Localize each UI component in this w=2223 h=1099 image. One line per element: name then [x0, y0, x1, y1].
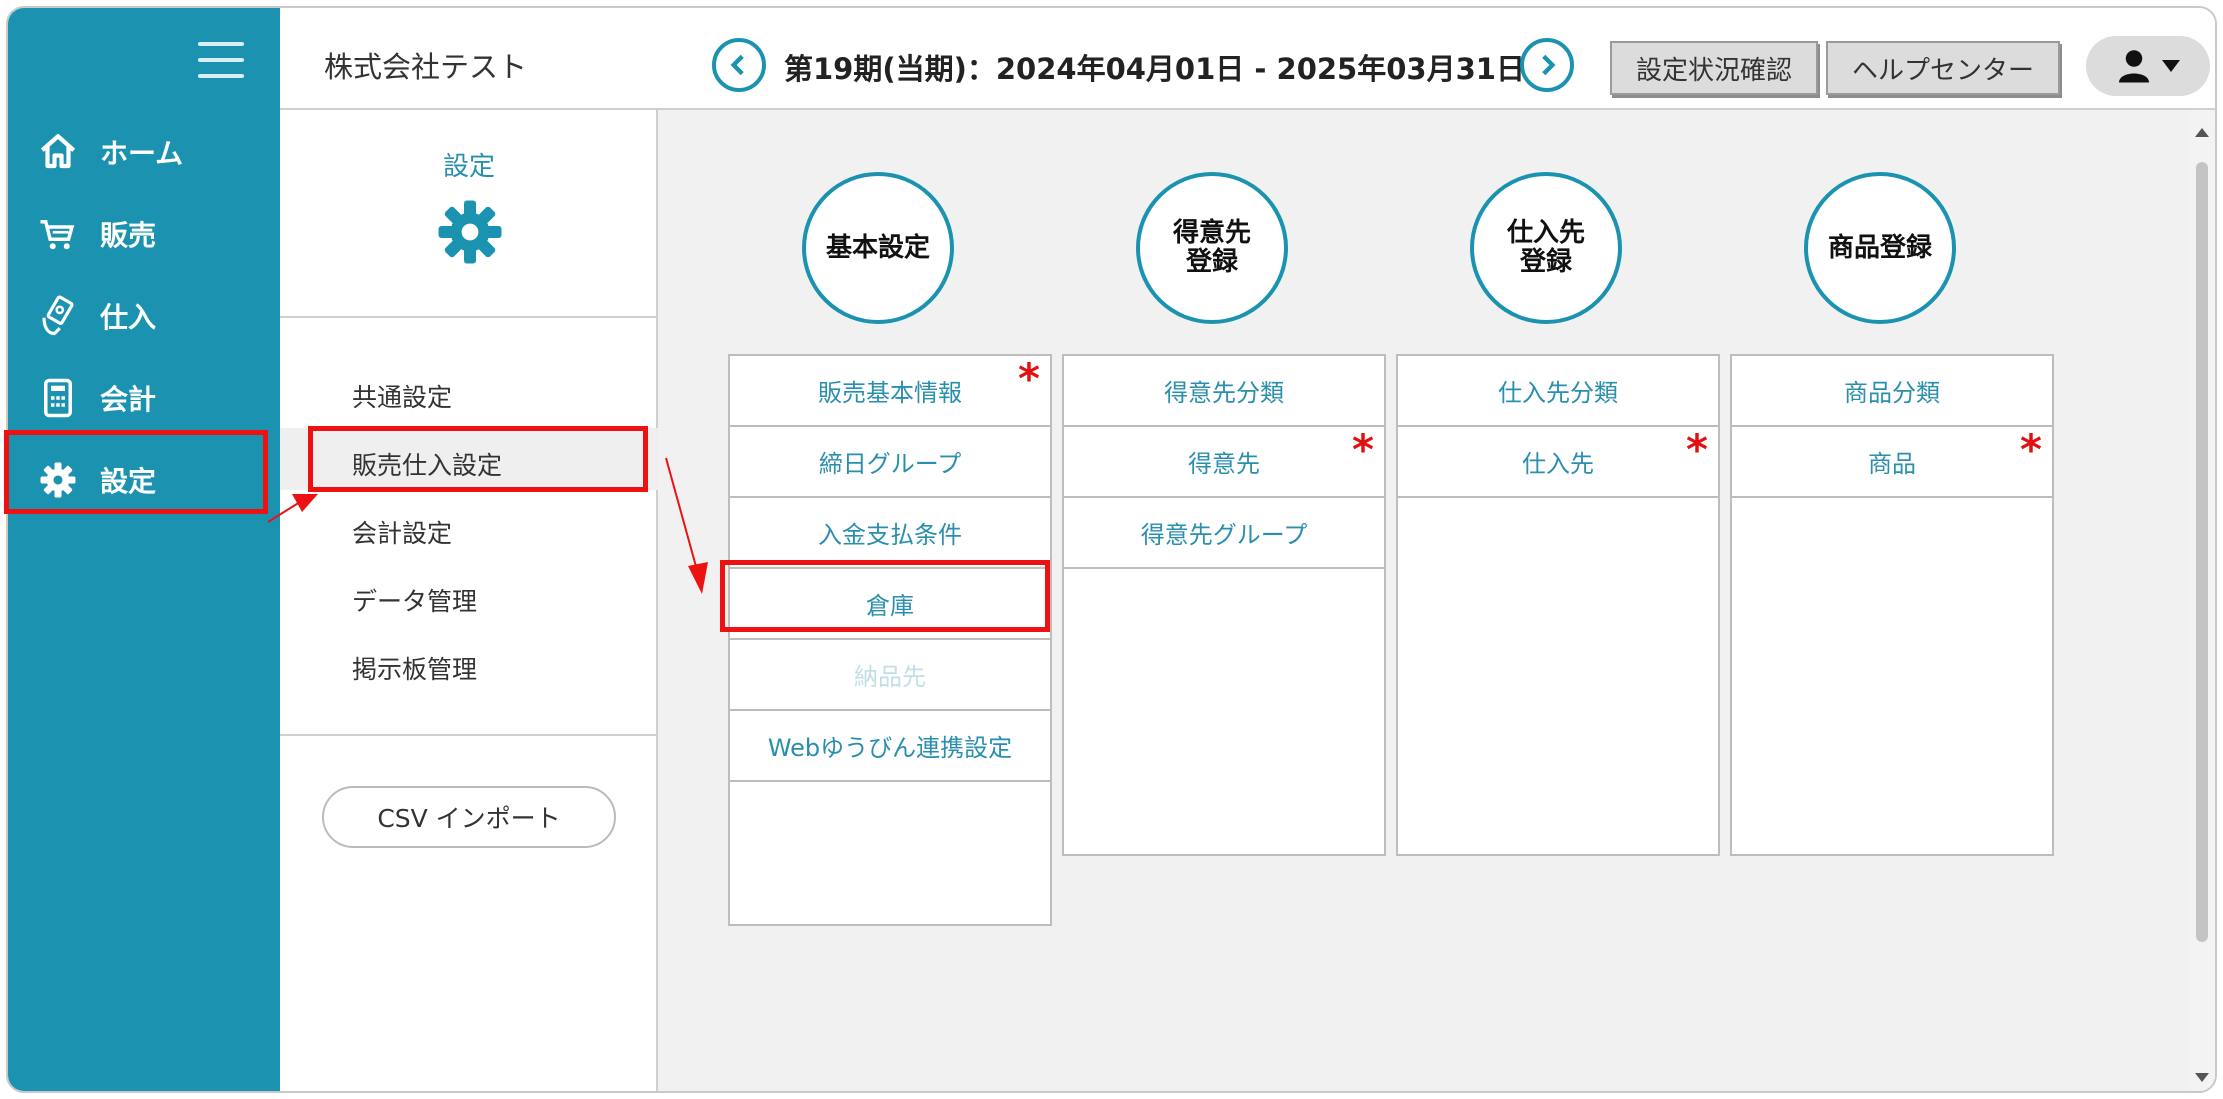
nav-item-home[interactable]: ホーム: [8, 116, 280, 188]
main-nav: ホーム 販売 仕入 会計 設定: [8, 8, 280, 1091]
section-title-basic: 基本設定: [802, 172, 954, 324]
calculator-icon: [34, 374, 82, 422]
nav-item-accounting[interactable]: 会計: [8, 362, 280, 434]
section-supplier-list: 仕入先分類 仕入先: [1396, 354, 1720, 856]
vertical-scrollbar[interactable]: [2189, 110, 2215, 1091]
nav-item-label: 会計: [100, 383, 157, 416]
settings-submenu: 設定 共通設定 販売仕入設定 会計設定 データ管理 掲示板管理 CSV インポー…: [280, 110, 658, 1091]
list-item-closing-group[interactable]: 締日グループ: [730, 427, 1050, 498]
submenu-title: 設定: [442, 152, 495, 182]
chevron-right-icon: [1542, 54, 1556, 76]
nav-item-purchase[interactable]: 仕入: [8, 280, 280, 352]
list-item-customer-group[interactable]: 得意先グループ: [1064, 498, 1384, 569]
nav-item-label: 仕入: [100, 301, 157, 334]
scroll-up-icon[interactable]: [2195, 128, 2209, 137]
highlight-box: [4, 430, 268, 514]
section-title-supplier: 仕入先 登録: [1470, 172, 1622, 324]
nav-item-sales[interactable]: 販売: [8, 198, 280, 270]
next-period-button[interactable]: [1520, 38, 1574, 92]
highlight-box: [720, 560, 1050, 632]
nav-item-label: ホーム: [100, 137, 184, 170]
app-window: ホーム 販売 仕入 会計 設定 株式会社テスト 第19期(当期)：2024年04…: [6, 6, 2217, 1093]
settings-status-button[interactable]: 設定状況確認: [1610, 41, 1818, 95]
divider: [280, 734, 658, 736]
cart-icon: [34, 210, 82, 258]
home-icon: [34, 128, 82, 176]
divider: [280, 316, 658, 318]
csv-import-button[interactable]: CSV インポート: [322, 786, 616, 848]
hand-money-icon: [34, 292, 82, 340]
highlight-box: [308, 426, 648, 492]
user-menu-button[interactable]: [2086, 36, 2210, 96]
list-item-product-category[interactable]: 商品分類: [1732, 356, 2052, 427]
list-item-supplier-category[interactable]: 仕入先分類: [1398, 356, 1718, 427]
submenu-item-bulletin[interactable]: 掲示板管理: [352, 650, 477, 686]
list-item-web-yubin[interactable]: Webゆうびん連携設定: [730, 711, 1050, 782]
section-customer-list: 得意先分類 得意先 得意先グループ: [1062, 354, 1386, 856]
scrollbar-thumb[interactable]: [2196, 162, 2208, 942]
section-product-list: 商品分類 商品: [1730, 354, 2054, 856]
list-item-delivery-dest: 納品先: [730, 640, 1050, 711]
list-item-sales-basic[interactable]: 販売基本情報: [730, 354, 1050, 427]
submenu-item-data[interactable]: データ管理: [352, 582, 477, 618]
nav-item-label: 販売: [100, 219, 157, 252]
list-item-customer[interactable]: 得意先: [1064, 425, 1384, 498]
section-title-product: 商品登録: [1804, 172, 1956, 324]
help-center-button[interactable]: ヘルプセンター: [1826, 41, 2060, 95]
list-item-supplier[interactable]: 仕入先: [1398, 425, 1718, 498]
chevron-left-icon: [730, 54, 744, 76]
section-basic-list: 販売基本情報 締日グループ 入金支払条件 倉庫 納品先 Webゆうびん連携設定: [728, 354, 1052, 926]
company-name: 株式会社テスト: [324, 50, 528, 84]
user-icon: [2119, 50, 2149, 83]
prev-period-button[interactable]: [712, 38, 766, 92]
section-title-customer: 得意先 登録: [1136, 172, 1288, 324]
list-item-payment-terms[interactable]: 入金支払条件: [730, 498, 1050, 569]
gear-icon: [438, 200, 502, 264]
scroll-down-icon[interactable]: [2195, 1073, 2209, 1082]
submenu-item-common[interactable]: 共通設定: [352, 378, 452, 414]
caret-down-icon: [2162, 60, 2180, 72]
list-item-customer-category[interactable]: 得意先分類: [1064, 356, 1384, 427]
list-item-product[interactable]: 商品: [1732, 425, 2052, 498]
submenu-item-accounting[interactable]: 会計設定: [352, 514, 452, 550]
fiscal-period: 第19期(当期)：2024年04月01日 - 2025年03月31日: [784, 52, 1525, 86]
top-header: 株式会社テスト 第19期(当期)：2024年04月01日 - 2025年03月3…: [280, 8, 2215, 110]
hamburger-menu-icon[interactable]: [198, 42, 244, 78]
